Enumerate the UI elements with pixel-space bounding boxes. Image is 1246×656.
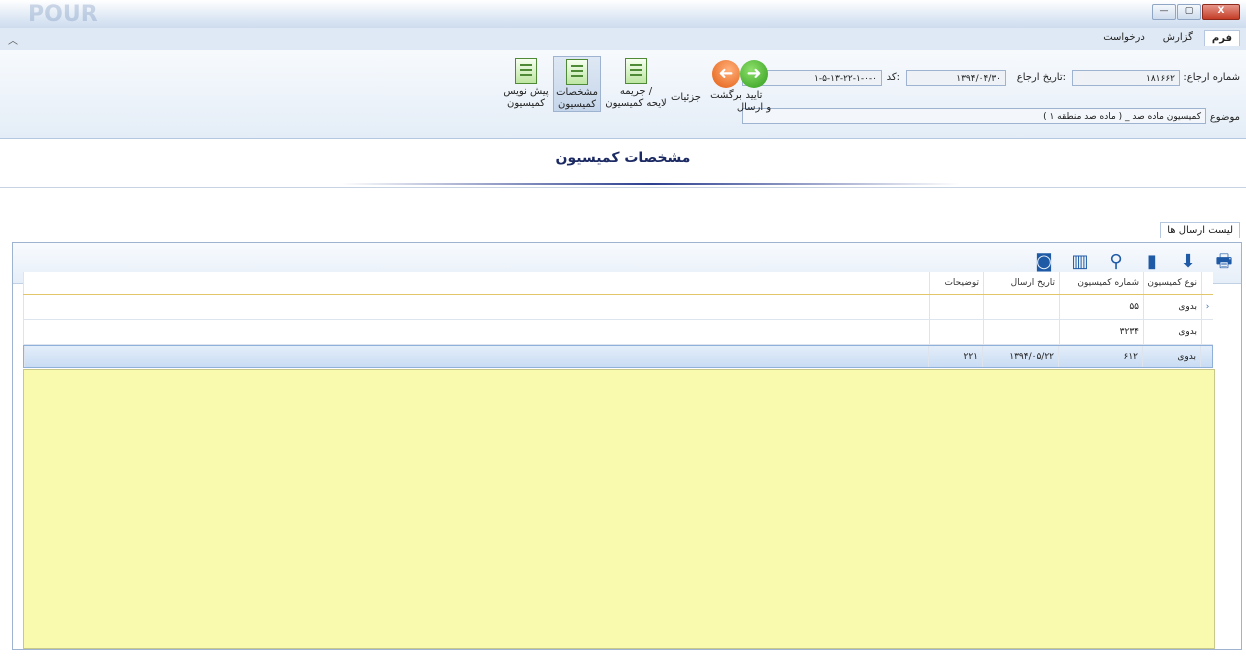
maximize-button[interactable]: ▢ xyxy=(1177,4,1201,20)
cell-type: بدوی xyxy=(1143,295,1201,319)
ref-number-label: :شماره ارجاع xyxy=(1183,72,1240,83)
col-filler xyxy=(23,272,929,294)
cell-filler xyxy=(24,346,928,367)
col-type[interactable]: نوع کمیسیون xyxy=(1143,272,1201,294)
cell-notes: ۲۲۱ xyxy=(928,346,982,367)
fine-label-1: جریمه / xyxy=(619,86,653,97)
col-date[interactable]: تاریخ ارسال xyxy=(983,272,1059,294)
col-number[interactable]: شماره کمیسیون xyxy=(1059,272,1143,294)
row-selector xyxy=(1201,320,1213,344)
page-title: مشخصات کمیسیون xyxy=(555,150,691,166)
commission-spec-button[interactable]: مشخصات کمیسیون xyxy=(553,56,601,112)
cell-type: بدوی xyxy=(1142,346,1200,367)
tab-sent-list[interactable]: لیست ارسال ها xyxy=(1160,222,1240,238)
col-notes[interactable]: توضیحات xyxy=(929,272,983,294)
ref-number-field[interactable]: ۱۸۱۶۶۲ xyxy=(1072,70,1180,86)
table-row-selected[interactable]: بدوی ۶۱۲ ۱۳۹۴/۰۵/۲۲ ۲۲۱ xyxy=(23,345,1213,368)
cell-date: ۱۳۹۴/۰۵/۲۲ xyxy=(982,346,1058,367)
cell-number: ۶۱۲ xyxy=(1058,346,1142,367)
commission-spec-label-1: مشخصات xyxy=(556,87,598,98)
grid-empty-area xyxy=(23,369,1215,649)
cell-type: بدوی xyxy=(1143,320,1201,344)
print-icon[interactable]: 🖶 xyxy=(1211,249,1237,275)
details-spacer xyxy=(666,60,706,90)
tab-request[interactable]: درخواست xyxy=(1096,30,1152,46)
collapse-ribbon-icon[interactable]: ︿ xyxy=(8,32,18,47)
cell-date xyxy=(983,295,1059,319)
details-button[interactable]: جزئیات xyxy=(666,60,706,104)
subject-field[interactable]: کمیسیون ماده صد _ ( ماده صد منطقه ۱ ) xyxy=(742,108,1206,124)
minimize-button[interactable]: — xyxy=(1152,4,1176,20)
title-bar: POUR — ▢ X xyxy=(0,0,1246,29)
back-button[interactable]: ➜ برگشت xyxy=(706,60,746,102)
tab-report[interactable]: گزارش xyxy=(1156,30,1200,46)
cell-number: ۳۲۳۴ xyxy=(1059,320,1143,344)
table-row[interactable]: بدوی ۳۲۳۴ xyxy=(23,320,1213,345)
document-icon xyxy=(566,59,588,85)
ribbon: :شماره ارجاع ۱۸۱۶۶۲ تاریخ ارجاع: ۱۳۹۴/۰۴… xyxy=(0,50,1246,139)
back-label: برگشت xyxy=(710,90,742,101)
ref-date-label: تاریخ ارجاع: xyxy=(1016,72,1066,83)
draft-label-1: پیش نویس xyxy=(503,86,549,97)
fine-label-2: لایحه کمیسیون xyxy=(605,98,667,109)
draft-label-2: کمیسیون xyxy=(506,98,545,109)
sent-list-panel: 🖶 ⬇ ▮ ⚲ ▥ ◙ نوع کمیسیون شماره کمیسیون تا… xyxy=(12,242,1242,650)
subject-label: موضوع xyxy=(1209,112,1240,123)
code-label: کد: xyxy=(886,72,900,83)
title-underline xyxy=(340,183,960,185)
back-arrow-icon: ➜ xyxy=(712,60,740,88)
grid-header: نوع کمیسیون شماره کمیسیون تاریخ ارسال تو… xyxy=(23,272,1213,295)
details-label: جزئیات xyxy=(671,92,701,103)
ribbon-tab-bar: ︿ فرم گزارش درخواست xyxy=(0,28,1246,50)
current-row-chevron-icon: › xyxy=(1201,295,1213,319)
ref-date-field[interactable]: ۱۳۹۴/۰۴/۳۰ xyxy=(906,70,1006,86)
cell-filler xyxy=(23,295,929,319)
cell-filler xyxy=(23,320,929,344)
divider xyxy=(0,187,1246,188)
document-icon xyxy=(625,58,647,84)
window-controls: — ▢ X xyxy=(1151,4,1240,20)
approve-send-label-2: و ارسال xyxy=(736,102,772,113)
app-logo: POUR xyxy=(28,2,98,27)
close-button[interactable]: X xyxy=(1202,4,1240,20)
cell-notes xyxy=(929,295,983,319)
fine-button[interactable]: جریمه / لایحه کمیسیون xyxy=(605,58,667,110)
tab-form[interactable]: فرم xyxy=(1203,30,1240,46)
cell-notes xyxy=(929,320,983,344)
commission-spec-label-2: کمیسیون xyxy=(557,99,596,110)
draft-button[interactable]: پیش نویس کمیسیون xyxy=(500,58,552,110)
cell-number: ۵۵ xyxy=(1059,295,1143,319)
table-row[interactable]: › بدوی ۵۵ xyxy=(23,295,1213,320)
header-selector xyxy=(1201,272,1213,294)
row-selector xyxy=(1200,346,1212,367)
document-icon xyxy=(515,58,537,84)
cell-date xyxy=(983,320,1059,344)
